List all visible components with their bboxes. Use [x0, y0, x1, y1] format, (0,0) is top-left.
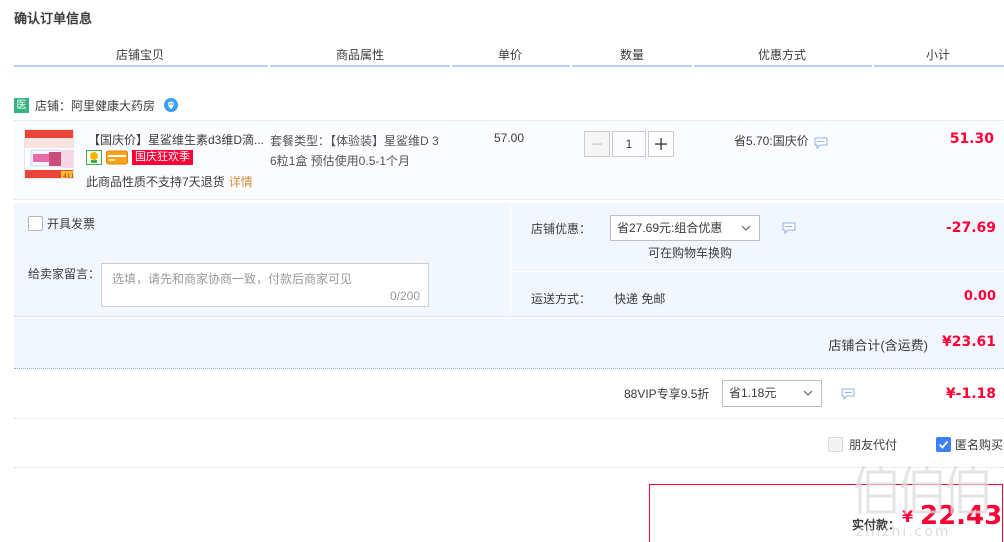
product-image-icon: 411: [25, 130, 74, 179]
seller-message-label: 给卖家留言：: [28, 267, 101, 281]
header-separator: [450, 65, 452, 67]
checkmark-icon: [938, 440, 949, 449]
anonymous-buy-checkbox[interactable]: [936, 437, 951, 452]
vip-discount-selected: 省1.18元: [729, 386, 777, 400]
minus-icon: [592, 143, 602, 145]
col-header-attributes: 商品属性: [335, 48, 384, 62]
invoice-label: 开具发票: [47, 217, 96, 231]
shipping-method: 快递 免邮: [614, 292, 666, 306]
amount-due-value: 22.43: [920, 501, 1003, 531]
col-header-quantity: 数量: [619, 48, 644, 62]
national-day-promo-tag: 国庆狂欢季: [132, 150, 193, 165]
pharmacy-badge-icon: 医: [14, 97, 29, 113]
amount-due-label: 实付款：: [852, 518, 901, 532]
invoice-checkbox[interactable]: [28, 216, 43, 231]
decrease-quantity-button[interactable]: [584, 131, 610, 157]
return-policy-note: 此商品性质不支持7天退货 详情: [86, 173, 253, 190]
header-separator: [268, 65, 270, 67]
discount-info-icon[interactable]: [814, 137, 828, 149]
wangwang-chat-icon[interactable]: [163, 97, 179, 113]
seller-message-input[interactable]: 选填，请先和商家协商一致，付款后商家可见 0/200: [101, 263, 429, 307]
friend-pay-checkbox[interactable]: [828, 437, 843, 452]
item-discount: 省5.70:国庆价: [734, 131, 828, 149]
vip-info-icon[interactable]: [841, 388, 855, 400]
plus-icon: [655, 138, 667, 150]
order-item-row: 411 【国庆价】星鲨维生素d3维D滴... 国庆狂欢季 此商品性质不支持7天退…: [14, 120, 1004, 200]
anonymous-buy-label: 匿名购买: [955, 438, 1004, 452]
anonymous-buy-option[interactable]: 匿名购买: [936, 436, 1003, 453]
shop-total-row: 店铺合计(含运费) ¥23.61: [14, 318, 1004, 369]
payment-options-row: 朋友代付 匿名购买: [14, 420, 1004, 468]
vip-discount-amount: ¥-1.18: [945, 386, 996, 402]
vip-discount-row: 88VIP专享9.5折 省1.18元 ¥-1.18: [14, 371, 1004, 419]
amount-due-currency: ¥: [902, 507, 914, 526]
promo-shipping-panel: 店铺优惠： 省27.69元:组合优惠 可在购物车换购 -27.69 运送方式： …: [510, 203, 1004, 317]
quantity-input[interactable]: 1: [612, 131, 646, 157]
shop-total-value: ¥23.61: [941, 334, 996, 350]
credit-card-icon: [106, 150, 128, 165]
friend-pay-option[interactable]: 朋友代付: [828, 436, 897, 453]
product-badges: 国庆狂欢季: [86, 150, 193, 165]
panel-divider: [510, 271, 1004, 272]
header-separator: [872, 65, 874, 67]
shop-line: 医 店铺：阿里健康大药房: [14, 96, 179, 114]
thumb-price-label: 411: [63, 173, 74, 179]
message-char-counter: 0/200: [389, 289, 420, 303]
product-thumbnail[interactable]: 411: [24, 129, 74, 179]
shop-promo-select[interactable]: 省27.69元:组合优惠: [610, 215, 760, 241]
payment-summary-box: 实付款： ¥ 22.43: [649, 484, 1003, 542]
invoice-option[interactable]: 开具发票: [28, 215, 95, 232]
shop-promo-label: 店铺优惠：: [531, 222, 592, 236]
col-header-subtotal: 小计: [925, 48, 950, 62]
certified-badge-icon: [86, 150, 102, 165]
increase-quantity-button[interactable]: [648, 131, 674, 157]
order-options: 开具发票 给卖家留言： 选填，请先和商家协商一致，付款后商家可见 0/200 店…: [14, 203, 1004, 317]
shipping-fee: 0.00: [963, 289, 996, 304]
friend-pay-label: 朋友代付: [849, 438, 898, 452]
shipping-label: 运送方式：: [531, 292, 592, 306]
col-header-unit-price: 单价: [497, 48, 522, 62]
header-separator: [692, 65, 694, 67]
item-discount-text: 省5.70:国庆价: [734, 133, 809, 148]
attr-line: 套餐类型：【体验装】星鲨维D 3: [270, 134, 439, 148]
product-title[interactable]: 【国庆价】星鲨维生素d3维D滴...: [88, 131, 264, 148]
return-policy-text: 此商品性质不支持7天退货: [86, 175, 225, 189]
header-separator: [570, 65, 572, 67]
details-link[interactable]: 详情: [229, 175, 253, 189]
chevron-down-icon: [803, 390, 813, 396]
shop-promo-selected: 省27.69元:组合优惠: [617, 221, 723, 235]
quantity-stepper: 1: [584, 131, 674, 157]
vip-discount-label: 88VIP专享9.5折: [624, 387, 710, 401]
shop-total-label: 店铺合计(含运费): [828, 338, 928, 353]
shop-promo-amount: -27.69: [945, 220, 996, 236]
vip-discount-select[interactable]: 省1.18元: [722, 380, 822, 407]
item-subtotal: 51.30: [949, 131, 994, 147]
page-title: 确认订单信息: [14, 11, 93, 26]
shop-name[interactable]: 店铺：阿里健康大药房: [35, 97, 155, 114]
col-header-shop-item: 店铺宝贝: [115, 48, 164, 62]
header-underline: [14, 65, 1004, 67]
cart-swap-note: 可在购物车换购: [648, 246, 733, 260]
attr-line: 6粒1盒 预估使用0.5-1个月: [270, 154, 411, 168]
seller-message-placeholder: 选填，请先和商家协商一致，付款后商家可见: [112, 272, 353, 286]
col-header-discount: 优惠方式: [757, 48, 806, 62]
chevron-down-icon: [741, 225, 751, 231]
promo-info-icon[interactable]: [782, 222, 796, 234]
unit-price: 57.00: [494, 131, 525, 145]
product-attributes: 套餐类型：【体验装】星鲨维D 3 6粒1盒 预估使用0.5-1个月: [270, 131, 456, 171]
